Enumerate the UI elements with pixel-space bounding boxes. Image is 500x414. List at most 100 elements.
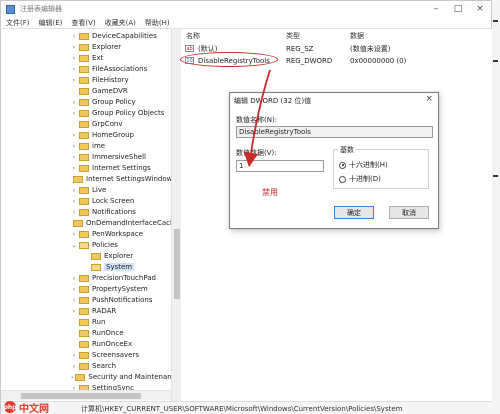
tree-item[interactable]: › PenWorkspace [1, 229, 171, 239]
chevron-right-icon[interactable]: › [71, 275, 77, 282]
chevron-right-icon[interactable]: › [71, 132, 77, 139]
folder-icon [79, 241, 89, 249]
menu-view[interactable]: 查看(V) [71, 18, 95, 28]
tree-item-label: HomeGroup [92, 131, 134, 139]
tree-item[interactable]: › HomeGroup [1, 130, 171, 140]
chevron-right-icon[interactable]: › [71, 44, 77, 51]
status-bar-path: 计算机\HKEY_CURRENT_USER\SOFTWARE\Microsoft… [1, 401, 493, 414]
watermark: php 中文网 [4, 400, 49, 414]
value-data: (数值未设置) [350, 44, 391, 53]
tree-item[interactable]: › Explorer [1, 42, 171, 52]
folder-icon [79, 98, 89, 106]
tree-item[interactable]: Run [1, 317, 171, 327]
menu-help[interactable]: 帮助(H) [145, 18, 170, 28]
tree-item[interactable]: › Search [1, 361, 171, 371]
chevron-right-icon[interactable]: › [71, 187, 77, 194]
chevron-right-icon[interactable]: › [71, 143, 77, 150]
folder-icon [79, 230, 89, 238]
tree-item[interactable]: System [1, 262, 171, 272]
tree-item[interactable]: Explorer [1, 251, 171, 261]
tree-vertical-scrollbar[interactable] [171, 29, 181, 401]
tree-item[interactable]: › Internet Settings [1, 163, 171, 173]
tree-item[interactable]: › FileAssociations [1, 64, 171, 74]
folder-icon [79, 164, 89, 172]
tree-item[interactable]: › FileHistory [1, 75, 171, 85]
tree-item[interactable]: › PrecisionTouchPad [1, 273, 171, 283]
tree-hscrollbar-thumb[interactable] [21, 393, 141, 399]
value-data-label: 数值数据(V): [236, 149, 277, 157]
tree-horizontal-scrollbar[interactable] [1, 390, 171, 400]
tree-item[interactable]: › Notifications [1, 207, 171, 217]
chevron-right-icon[interactable]: › [71, 286, 77, 293]
chevron-right-icon[interactable]: › [71, 77, 77, 84]
dec-radio[interactable] [339, 175, 346, 183]
tree-item[interactable]: › PropertySystem [1, 284, 171, 294]
minimize-icon[interactable]: – [425, 1, 447, 17]
tree-item[interactable]: ⌄ Policies [1, 240, 171, 250]
tree-item[interactable]: › Ext [1, 53, 171, 63]
chevron-right-icon[interactable]: › [71, 55, 77, 62]
folder-icon [79, 351, 89, 359]
tree-item[interactable]: › RADAR [1, 306, 171, 316]
chevron-right-icon[interactable]: › [71, 198, 77, 205]
column-header-data[interactable]: 数据 [350, 31, 364, 41]
chevron-right-icon[interactable]: › [71, 66, 77, 73]
maximize-icon[interactable]: □ [447, 1, 469, 17]
menu-edit[interactable]: 编辑(E) [39, 18, 63, 28]
hex-radio-row[interactable]: 十六进制(H) [339, 160, 388, 170]
cancel-button[interactable]: 取消 [389, 206, 429, 219]
annotation-oval [180, 52, 278, 67]
chevron-right-icon[interactable]: › [71, 165, 77, 172]
chevron-right-icon[interactable]: › [71, 99, 77, 106]
folder-icon [75, 373, 86, 381]
tree-item-label: GrpConv [92, 120, 123, 128]
tree-item[interactable]: › PushNotifications [1, 295, 171, 305]
chevron-right-icon[interactable]: › [71, 33, 77, 40]
tree-scrollbar-thumb[interactable] [174, 229, 180, 299]
tree-item[interactable]: › Live [1, 185, 171, 195]
menu-favorites[interactable]: 收藏夹(A) [105, 18, 136, 28]
column-header-name[interactable]: 名称 [186, 31, 200, 41]
hex-radio[interactable] [339, 161, 346, 169]
chevron-right-icon[interactable]: › [71, 297, 77, 304]
dialog-close-icon[interactable]: × [425, 94, 433, 104]
tree-item[interactable]: › ImmersiveShell [1, 152, 171, 162]
close-icon[interactable]: × [469, 1, 491, 17]
chevron-right-icon[interactable]: › [71, 154, 77, 161]
value-data-field[interactable]: 1 [236, 160, 324, 172]
tree-item[interactable]: › Group Policy [1, 97, 171, 107]
chevron-right-icon[interactable]: › [71, 110, 77, 117]
menu-file[interactable]: 文件(F) [6, 18, 30, 28]
tree-item[interactable]: RunOnce [1, 328, 171, 338]
value-name-label: 数值名称(N): [236, 116, 278, 124]
chevron-right-icon[interactable]: › [71, 374, 73, 381]
tree-item-label: Explorer [92, 43, 122, 51]
tree-item[interactable]: › DeviceCapabilities [1, 31, 171, 41]
column-header-type[interactable]: 类型 [286, 31, 300, 41]
tree-item[interactable]: › Lock Screen [1, 196, 171, 206]
watermark-text: 中文网 [19, 403, 49, 414]
chevron-right-icon[interactable]: › [71, 308, 77, 315]
tree-item[interactable]: Internet SettingsWindow [1, 174, 172, 184]
dec-radio-row[interactable]: 十进制(D) [339, 174, 381, 184]
chevron-right-icon[interactable]: › [71, 231, 77, 238]
folder-icon [73, 175, 83, 183]
ok-button[interactable]: 确定 [334, 206, 374, 219]
tree-item[interactable]: GrpConv [1, 119, 171, 129]
tree-item[interactable]: RunOnceEx [1, 339, 171, 349]
tree-item[interactable]: › Group Policy Objects [1, 108, 171, 118]
chevron-right-icon[interactable]: › [71, 352, 77, 359]
tree-item[interactable]: › Screensavers [1, 350, 171, 360]
folder-icon [79, 109, 89, 117]
tree-item[interactable]: GameDVR [1, 86, 171, 96]
folder-icon [91, 252, 101, 260]
tree-item[interactable]: › Security and Maintenanc [1, 372, 176, 382]
chevron-down-icon[interactable]: ⌄ [71, 242, 77, 249]
tree-item[interactable]: OnDemandInterfaceCach [1, 218, 174, 228]
folder-icon [79, 285, 89, 293]
tree-item-label: Search [92, 362, 117, 370]
chevron-right-icon[interactable]: › [71, 209, 77, 216]
tree-item[interactable]: › ime [1, 141, 171, 151]
page-edge [492, 0, 500, 414]
chevron-right-icon[interactable]: › [71, 363, 77, 370]
